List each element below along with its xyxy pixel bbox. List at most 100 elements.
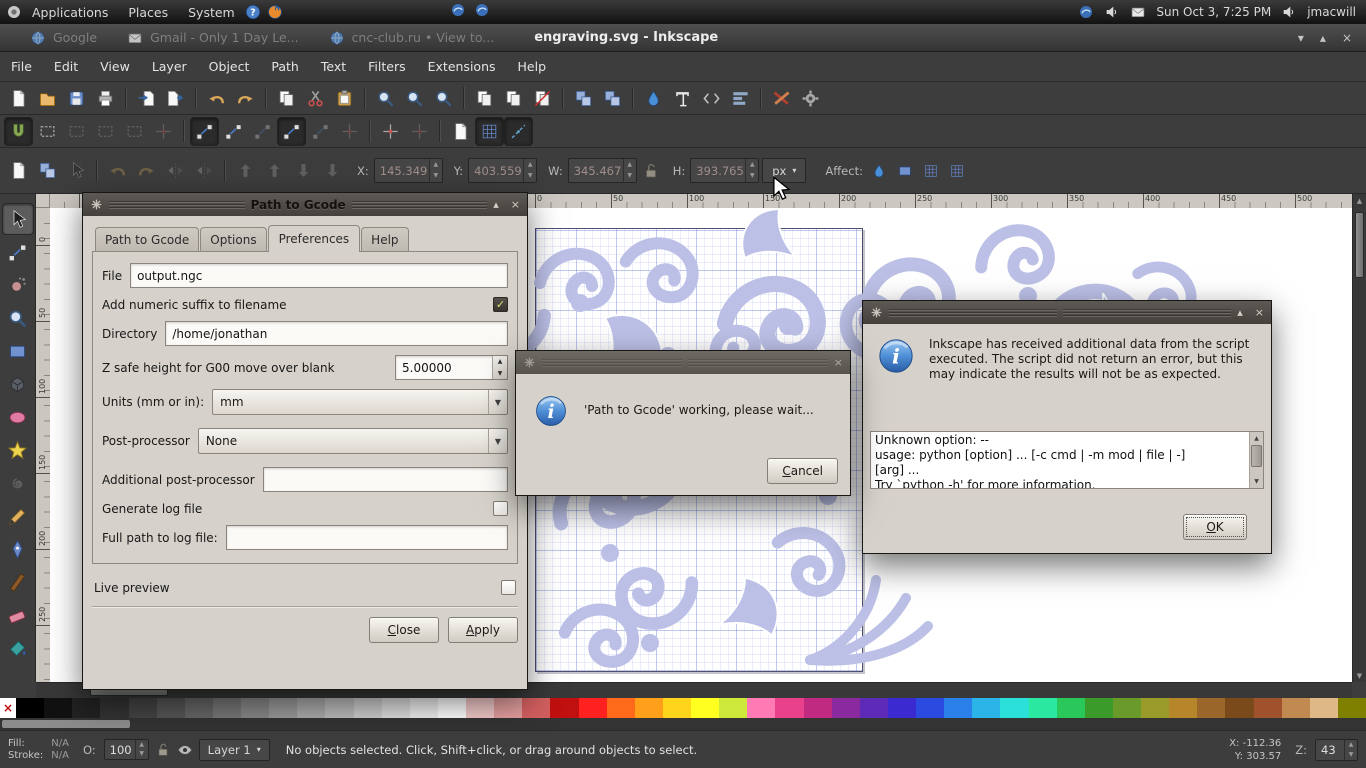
tool-ellipse[interactable] bbox=[3, 402, 33, 432]
zoom-spinner[interactable]: 43 ▲ ▼ bbox=[1315, 738, 1358, 761]
close-button[interactable]: Close bbox=[369, 617, 439, 643]
vertical-scrollbar[interactable]: ▲ ▼ bbox=[1352, 194, 1366, 682]
tools-button[interactable] bbox=[768, 85, 795, 112]
color-swatch[interactable] bbox=[944, 698, 973, 718]
network-icon[interactable] bbox=[1078, 4, 1094, 20]
clock[interactable]: Sun Oct 3, 7:25 PM bbox=[1156, 5, 1271, 19]
vertical-ruler[interactable]: 0 50 100 150 200 250 bbox=[36, 208, 50, 682]
group-button[interactable] bbox=[570, 85, 597, 112]
gcode-close-button[interactable]: × bbox=[511, 198, 520, 211]
color-swatch[interactable] bbox=[1000, 698, 1029, 718]
cut-button[interactable] bbox=[302, 85, 329, 112]
preferences-button[interactable] bbox=[797, 85, 824, 112]
color-swatch[interactable] bbox=[662, 698, 691, 718]
color-swatch[interactable] bbox=[522, 698, 551, 718]
color-swatch[interactable] bbox=[156, 698, 185, 718]
ok-button[interactable]: OK bbox=[1183, 514, 1247, 540]
color-swatch[interactable] bbox=[1084, 698, 1113, 718]
generate-log-checkbox[interactable] bbox=[493, 501, 508, 516]
fill-stroke-indicator[interactable]: Fill: N/A Stroke: N/A bbox=[8, 738, 69, 761]
cancel-button[interactable]: Cancel bbox=[767, 458, 838, 484]
script-output-box[interactable]: Unknown option: -- usage: python [option]… bbox=[870, 431, 1264, 489]
snap-object-centers-toggle[interactable] bbox=[377, 118, 404, 145]
undo-button[interactable] bbox=[203, 85, 230, 112]
snap-nodes-toggle[interactable] bbox=[190, 116, 219, 146]
scroll-down-icon[interactable]: ▼ bbox=[1250, 475, 1263, 488]
color-swatch[interactable] bbox=[916, 698, 945, 718]
color-swatch[interactable] bbox=[719, 698, 748, 718]
save-document-button[interactable] bbox=[63, 85, 90, 112]
snap-bbox-edges-toggle[interactable] bbox=[63, 118, 90, 145]
print-button[interactable] bbox=[92, 85, 119, 112]
menu-view[interactable]: View bbox=[89, 52, 141, 81]
snap-guides-toggle[interactable] bbox=[504, 116, 533, 146]
output-scrollbar[interactable]: ▲ ▼ bbox=[1249, 432, 1263, 488]
snap-bbox-toggle[interactable] bbox=[34, 118, 61, 145]
menu-extensions[interactable]: Extensions bbox=[417, 52, 507, 81]
width-spinner[interactable]: 345.467 ▲ ▼ bbox=[567, 158, 637, 183]
color-swatch[interactable] bbox=[16, 698, 45, 718]
color-swatch[interactable] bbox=[241, 698, 270, 718]
scroll-down-icon[interactable]: ▼ bbox=[1353, 669, 1366, 682]
lock-ratio-icon[interactable] bbox=[642, 162, 660, 180]
select-all-button[interactable] bbox=[5, 157, 32, 184]
color-swatch[interactable] bbox=[466, 698, 495, 718]
menu-layer[interactable]: Layer bbox=[141, 52, 198, 81]
tool-zoom[interactable] bbox=[3, 303, 33, 333]
firefox-icon[interactable] bbox=[267, 4, 283, 20]
lower-button[interactable] bbox=[290, 157, 317, 184]
additional-postprocessor-input[interactable] bbox=[262, 467, 508, 492]
units-combobox[interactable]: mm ▼ bbox=[212, 389, 508, 415]
snap-bbox-corners-toggle[interactable] bbox=[92, 118, 119, 145]
places-menu[interactable]: Places bbox=[118, 0, 178, 24]
tool-3dbox[interactable] bbox=[3, 369, 33, 399]
color-swatch[interactable] bbox=[325, 698, 354, 718]
snap-grid-toggle[interactable] bbox=[475, 116, 504, 146]
zoom-page-button[interactable] bbox=[430, 85, 457, 112]
vertical-scrollbar-handle[interactable] bbox=[1355, 212, 1364, 278]
raise-to-top-button[interactable] bbox=[232, 157, 259, 184]
color-swatch[interactable] bbox=[972, 698, 1001, 718]
raise-button[interactable] bbox=[261, 157, 288, 184]
import-button[interactable] bbox=[133, 85, 160, 112]
color-swatch[interactable] bbox=[550, 698, 579, 718]
color-swatch[interactable] bbox=[1253, 698, 1282, 718]
create-clone-button[interactable] bbox=[500, 85, 527, 112]
deselect-button[interactable] bbox=[63, 157, 90, 184]
snap-bbox-midpoints-toggle[interactable] bbox=[121, 118, 148, 145]
color-swatch[interactable] bbox=[1281, 698, 1310, 718]
gcode-dialog-titlebar[interactable]: Path to Gcode ▴ × bbox=[83, 193, 527, 216]
tool-pen[interactable] bbox=[3, 534, 33, 564]
color-swatch[interactable] bbox=[100, 698, 129, 718]
background-window[interactable]: Gmail - Only 1 Day Le... bbox=[127, 30, 299, 46]
tool-node-editor[interactable] bbox=[3, 237, 33, 267]
menu-help[interactable]: Help bbox=[507, 52, 558, 81]
snap-page-border-toggle[interactable] bbox=[447, 118, 474, 145]
snap-cusp-nodes-toggle[interactable] bbox=[277, 116, 306, 146]
no-color-swatch[interactable]: × bbox=[0, 698, 16, 718]
menu-file[interactable]: File bbox=[0, 52, 43, 81]
error-shade-button[interactable]: ▴ bbox=[1237, 306, 1243, 319]
help-icon[interactable] bbox=[245, 4, 261, 20]
color-swatch[interactable] bbox=[1225, 698, 1254, 718]
transform-gradients-toggle[interactable] bbox=[920, 159, 943, 182]
height-spinner[interactable]: 393.765 ▲ ▼ bbox=[690, 158, 760, 183]
duplicate-button[interactable] bbox=[471, 85, 498, 112]
maximize-window-button[interactable]: ▴ bbox=[1320, 31, 1326, 45]
color-swatch[interactable] bbox=[212, 698, 241, 718]
menu-edit[interactable]: Edit bbox=[43, 52, 89, 81]
color-swatch[interactable] bbox=[578, 698, 607, 718]
color-swatch[interactable] bbox=[775, 698, 804, 718]
system-menu[interactable]: System bbox=[178, 0, 245, 24]
tool-spiral[interactable] bbox=[3, 468, 33, 498]
snap-paths-toggle[interactable] bbox=[220, 118, 247, 145]
color-swatch[interactable] bbox=[1309, 698, 1338, 718]
close-window-button[interactable]: × bbox=[1342, 31, 1352, 45]
color-swatch[interactable] bbox=[381, 698, 410, 718]
workspace-switcher[interactable] bbox=[450, 2, 490, 18]
menu-path[interactable]: Path bbox=[260, 52, 309, 81]
fill-stroke-dialog-button[interactable] bbox=[640, 85, 667, 112]
layer-lock-icon[interactable] bbox=[155, 742, 171, 758]
palette-scrollbar[interactable] bbox=[0, 718, 1366, 730]
tab-options[interactable]: Options bbox=[200, 227, 267, 251]
